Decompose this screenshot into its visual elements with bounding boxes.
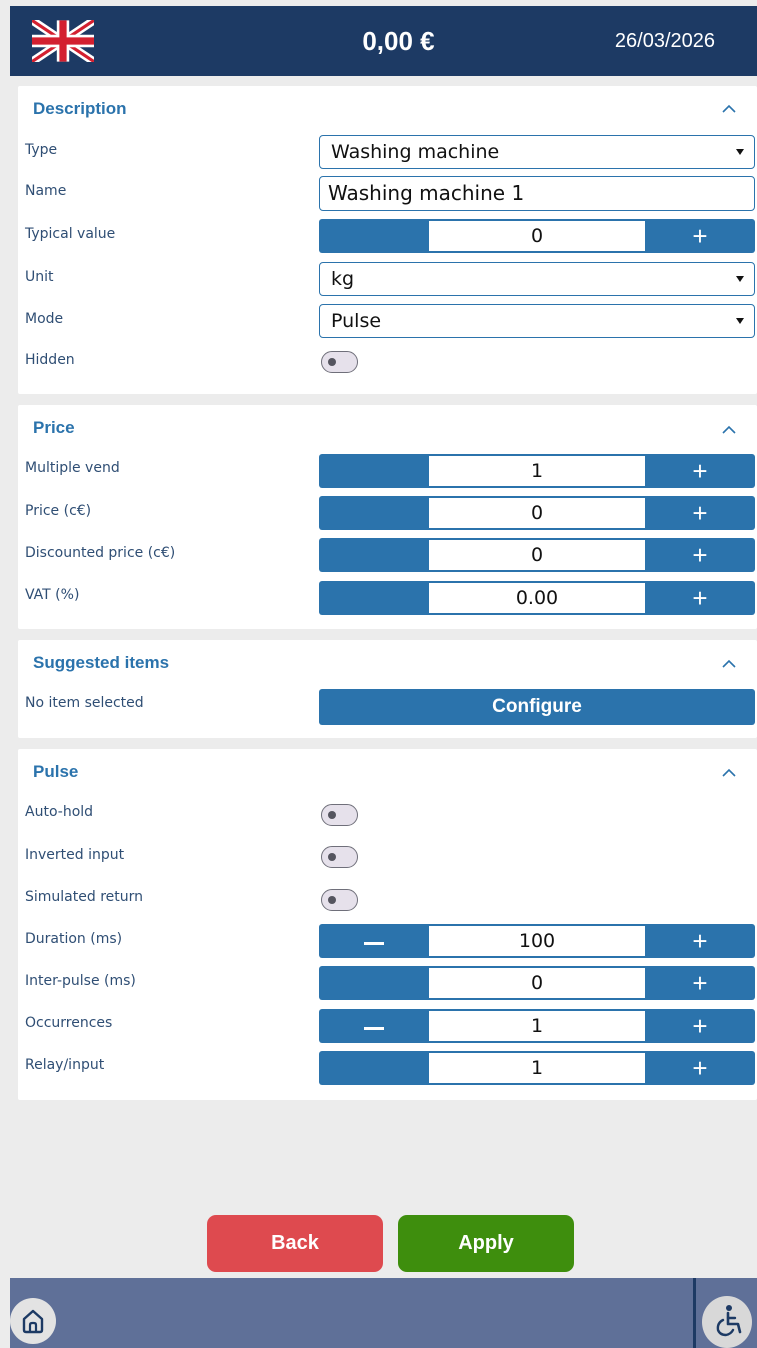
chevron-up-icon[interactable]: [721, 104, 737, 114]
occurrences-decrement-button[interactable]: [319, 1009, 429, 1043]
top-bar: 0,00 € 26/03/2026: [10, 6, 757, 76]
typical-value-field[interactable]: 0: [429, 221, 645, 251]
type-select-value: Washing machine: [331, 141, 500, 163]
auto-hold-label: Auto-hold: [25, 804, 94, 820]
occurrences-stepper: 1 +: [319, 1009, 755, 1043]
discounted-price-decrement-button[interactable]: [319, 538, 429, 572]
occurrences-field[interactable]: 1: [429, 1011, 645, 1041]
auto-hold-toggle[interactable]: [321, 804, 358, 826]
hidden-label: Hidden: [25, 352, 75, 368]
duration-field[interactable]: 100: [429, 926, 645, 956]
description-title: Description: [33, 99, 127, 118]
wheelchair-icon: [716, 1305, 742, 1337]
date-display: 26/03/2026: [614, 30, 715, 52]
chevron-up-icon[interactable]: [721, 768, 737, 778]
suggested-items-title: Suggested items: [33, 653, 170, 672]
price-label: Price (c€): [25, 503, 92, 519]
occurrences-label: Occurrences: [25, 1015, 113, 1031]
suggested-items-status: No item selected: [25, 695, 144, 711]
multiple-vend-increment-button[interactable]: +: [645, 454, 755, 488]
apply-button[interactable]: Apply: [398, 1215, 574, 1272]
multiple-vend-decrement-button[interactable]: [319, 454, 429, 488]
vat-decrement-button[interactable]: [319, 581, 429, 615]
type-label: Type: [25, 142, 58, 158]
chevron-down-icon: [736, 318, 744, 324]
price-field[interactable]: 0: [429, 498, 645, 528]
relay-input-field[interactable]: 1: [429, 1053, 645, 1083]
discounted-price-stepper: 0 +: [319, 538, 755, 572]
accessibility-button[interactable]: [702, 1296, 752, 1348]
price-stepper: 0 +: [319, 496, 755, 530]
chevron-up-icon[interactable]: [721, 659, 737, 669]
duration-decrement-button[interactable]: [319, 924, 429, 958]
simulated-return-label: Simulated return: [25, 889, 144, 905]
price-title: Price: [33, 418, 75, 437]
duration-label: Duration (ms): [25, 931, 123, 947]
name-label: Name: [25, 183, 67, 199]
typical-value-increment-button[interactable]: +: [645, 219, 755, 253]
typical-value-label: Typical value: [25, 226, 116, 242]
toggle-knob: [328, 853, 336, 861]
inter-pulse-field[interactable]: 0: [429, 968, 645, 998]
occurrences-increment-button[interactable]: +: [645, 1009, 755, 1043]
minus-icon: [364, 941, 384, 945]
pulse-card: Pulse Auto-hold Inverted input Simulated…: [18, 749, 757, 1100]
inter-pulse-increment-button[interactable]: +: [645, 966, 755, 1000]
home-icon: [22, 1309, 44, 1334]
vat-label: VAT (%): [25, 587, 80, 603]
vat-stepper: 0.00 +: [319, 581, 755, 615]
relay-input-increment-button[interactable]: +: [645, 1051, 755, 1085]
discounted-price-field[interactable]: 0: [429, 540, 645, 570]
bottom-bar: [10, 1278, 757, 1348]
mode-label: Mode: [25, 311, 64, 327]
inverted-input-toggle[interactable]: [321, 846, 358, 868]
suggested-items-card: Suggested items No item selected Configu…: [18, 640, 757, 738]
duration-increment-button[interactable]: +: [645, 924, 755, 958]
unit-label: Unit: [25, 269, 54, 285]
back-button[interactable]: Back: [207, 1215, 383, 1272]
inverted-input-label: Inverted input: [25, 847, 125, 863]
typical-value-stepper: 0 +: [319, 219, 755, 253]
home-button[interactable]: [10, 1298, 56, 1344]
unit-select[interactable]: kg: [319, 262, 755, 296]
multiple-vend-label: Multiple vend: [25, 460, 120, 476]
relay-input-decrement-button[interactable]: [319, 1051, 429, 1085]
duration-stepper: 100 +: [319, 924, 755, 958]
typical-value-decrement-button[interactable]: [319, 219, 429, 253]
chevron-up-icon[interactable]: [721, 425, 737, 435]
vat-increment-button[interactable]: +: [645, 581, 755, 615]
name-input[interactable]: Washing machine 1: [319, 176, 755, 211]
description-card: Description Type Washing machine Name Wa…: [18, 86, 757, 394]
vat-field[interactable]: 0.00: [429, 583, 645, 613]
mode-select-value: Pulse: [331, 310, 382, 332]
discounted-price-label: Discounted price (c€): [25, 545, 176, 561]
divider: [693, 1278, 696, 1348]
inter-pulse-decrement-button[interactable]: [319, 966, 429, 1000]
price-increment-button[interactable]: +: [645, 496, 755, 530]
unit-select-value: kg: [331, 268, 355, 290]
multiple-vend-field[interactable]: 1: [429, 456, 645, 486]
chevron-down-icon: [736, 276, 744, 282]
toggle-knob: [328, 358, 336, 366]
simulated-return-toggle[interactable]: [321, 889, 358, 911]
inter-pulse-stepper: 0 +: [319, 966, 755, 1000]
chevron-down-icon: [736, 149, 744, 155]
relay-input-label: Relay/input: [25, 1057, 105, 1073]
multiple-vend-stepper: 1 +: [319, 454, 755, 488]
toggle-knob: [328, 896, 336, 904]
price-decrement-button[interactable]: [319, 496, 429, 530]
hidden-toggle[interactable]: [321, 351, 358, 373]
mode-select[interactable]: Pulse: [319, 304, 755, 338]
configure-button[interactable]: Configure: [319, 689, 755, 725]
toggle-knob: [328, 811, 336, 819]
inter-pulse-label: Inter-pulse (ms): [25, 973, 136, 989]
price-card: Price Multiple vend 1 + Price (c€) 0 + D…: [18, 405, 757, 629]
type-select[interactable]: Washing machine: [319, 135, 755, 169]
minus-icon: [364, 1026, 384, 1030]
relay-input-stepper: 1 +: [319, 1051, 755, 1085]
pulse-title: Pulse: [33, 762, 79, 781]
discounted-price-increment-button[interactable]: +: [645, 538, 755, 572]
